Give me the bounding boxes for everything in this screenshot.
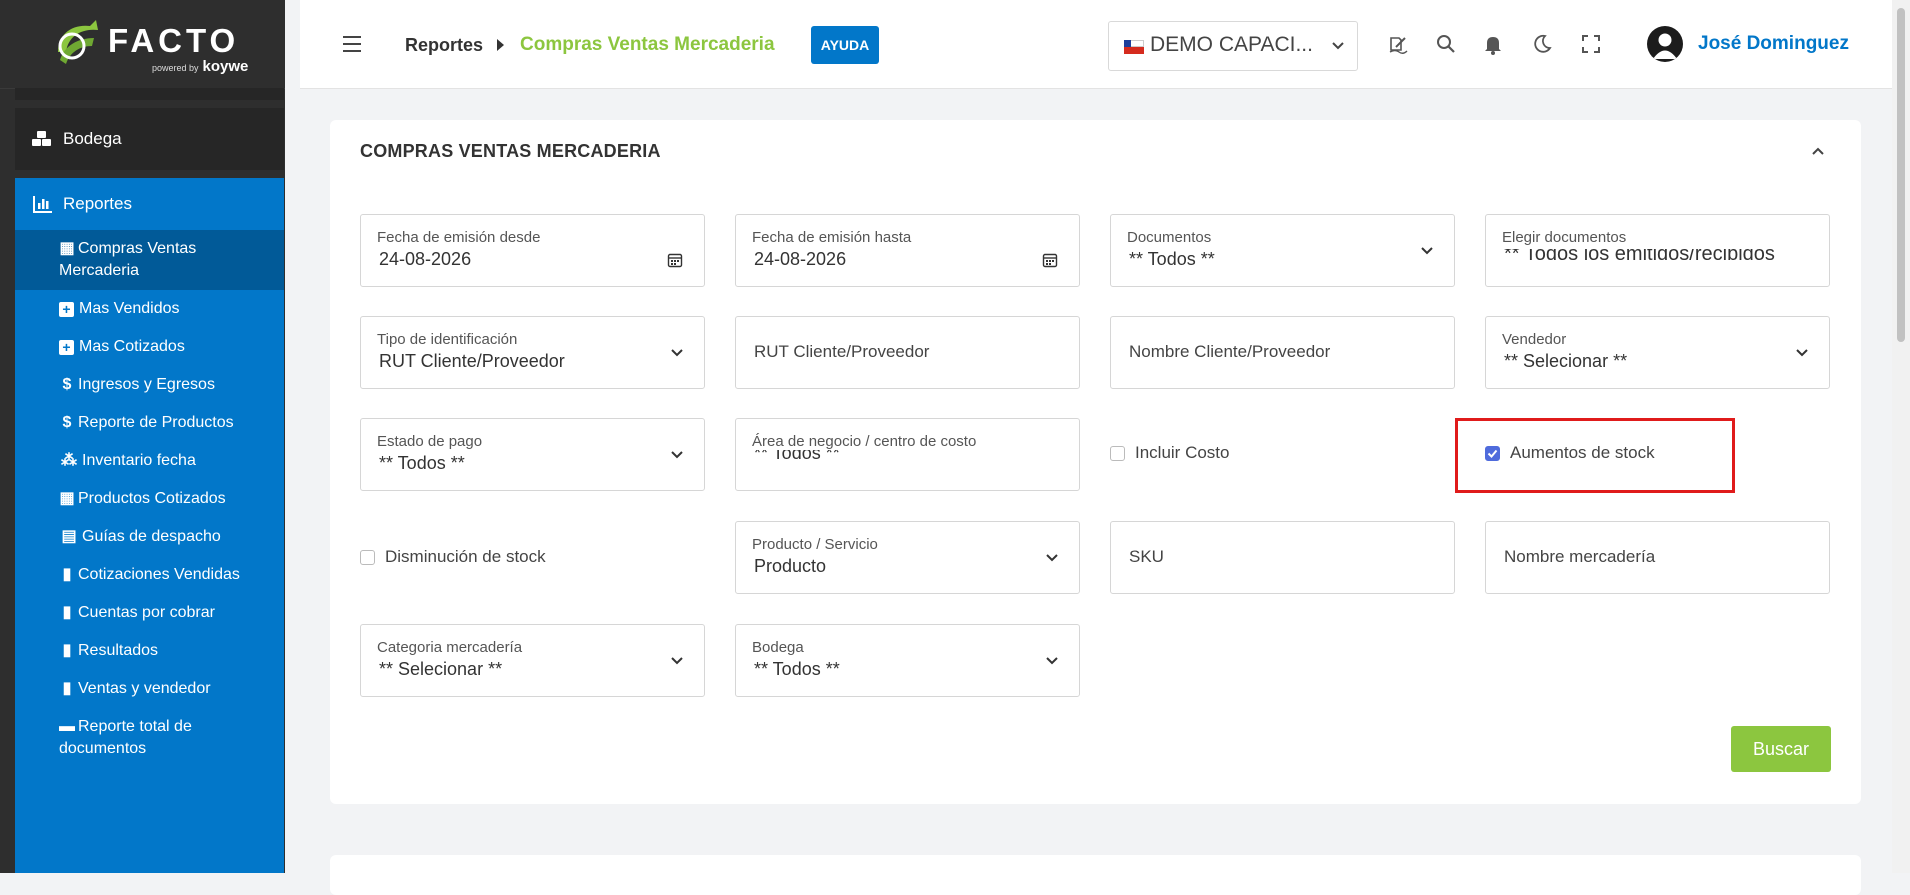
file-icon: ▮ [62,680,72,697]
sidebar-item-mas-cotizados[interactable]: + Mas Cotizados [15,328,284,366]
area-negocio-select[interactable]: Área de negocio / centro de costo ** Tod… [735,418,1080,491]
help-button[interactable]: AYUDA [811,26,879,64]
results-card [330,855,1861,895]
avatar[interactable] [1647,26,1683,62]
rut-input[interactable]: RUT Cliente/Proveedor [735,316,1080,389]
sidebar-item-ventas-vendedor[interactable]: ▮ Ventas y vendedor [15,670,284,708]
chile-flag-icon [1124,40,1144,54]
page-scrollbar[interactable] [1892,0,1910,873]
menu-icon[interactable] [343,36,361,57]
chevron-up-icon[interactable] [1810,144,1826,158]
sidebar-reportes-section: Reportes ▦ Compras Ventas Mercaderia + Mas… [15,178,284,873]
sidebar-item-cuentas-cobrar[interactable]: ▮ Cuentas por cobrar [15,594,284,632]
sidebar-item-resultados[interactable]: ▮ Resultados [15,632,284,670]
dollar-icon: $ [62,376,72,393]
top-header: Reportes Compras Ventas Mercaderia AYUDA… [300,0,1892,89]
sidebar-item-reporte-total[interactable]: ▬ Reporte total de documentos [15,708,284,768]
sidebar-item-reportes[interactable]: Reportes [15,178,284,230]
tipo-identificacion-select[interactable]: Tipo de identificación RUT Cliente/Prove… [360,316,705,389]
categoria-select[interactable]: Categoria mercadería ** Selecionar ** [360,624,705,697]
moon-icon[interactable] [1531,33,1553,55]
sidebar-item-guias-despacho[interactable]: ▤ Guías de despacho [15,518,284,556]
sidebar-item-mas-vendidos[interactable]: + Mas Vendidos [15,290,284,328]
sidebar-item-cotizaciones-vendidas[interactable]: ▮ Cotizaciones Vendidas [15,556,284,594]
checkbox[interactable] [1110,445,1125,461]
nombre-mercaderia-input[interactable]: Nombre mercadería [1485,521,1830,594]
caret-right-icon [497,39,504,51]
cubes-icon [31,130,55,148]
bell-icon[interactable] [1482,33,1504,55]
checkbox[interactable] [360,549,375,565]
calendar-icon[interactable] [667,252,683,268]
incluir-costo-checkbox[interactable]: Incluir Costo [1110,443,1229,463]
chevron-down-icon [1046,657,1058,665]
sidebar: FACTO powered by koywe Bodega Reportes ▦ C… [0,0,285,873]
bar-chart-icon [33,195,53,213]
search-icon[interactable] [1435,33,1457,55]
sidebar-item-ingresos-egresos[interactable]: $ Ingresos y Egresos [15,366,284,404]
sidebar-spacer [15,88,284,100]
chevron-down-icon [671,657,683,665]
dollar-icon: $ [62,414,72,431]
highlight-annotation [1455,418,1735,493]
chevron-down-icon [1332,42,1344,50]
sidebar-item-productos-cotizados[interactable]: ▦ Productos Cotizados [15,480,284,518]
user-name[interactable]: José Dominguez [1698,33,1849,55]
file-icon: ▮ [62,566,72,583]
brand-name: FACTO [108,22,240,59]
search-button[interactable]: Buscar [1731,726,1831,772]
chevron-down-icon [1046,554,1058,562]
sidebar-item-label: Bodega [63,129,122,148]
cubes-icon: ⁂ [61,452,77,469]
estado-pago-select[interactable]: Estado de pago ** Todos ** [360,418,705,491]
file-icon: ▮ [62,604,72,621]
nombre-cliente-input[interactable]: Nombre Cliente/Proveedor [1110,316,1455,389]
chevron-down-icon [671,451,683,459]
sidebar-item-label: Reportes [63,194,132,213]
card-title: COMPRAS VENTAS MERCADERIA [360,141,661,161]
fecha-hasta-field[interactable]: Fecha de emisión hasta 24-08-2026 [735,214,1080,287]
file-icon: ▮ [62,642,72,659]
signature-icon[interactable] [1387,33,1409,55]
documentos-select[interactable]: Documentos ** Todos ** [1110,214,1455,287]
vendedor-select[interactable]: Vendedor ** Selecionar ** [1485,316,1830,389]
calculator-icon: ▦ [59,490,75,507]
fecha-desde-field[interactable]: Fecha de emisión desde 24-08-2026 [360,214,705,287]
scrollbar-thumb[interactable] [1897,8,1905,342]
disminucion-stock-checkbox[interactable]: Disminución de stock [360,547,546,567]
sidebar-item-reporte-productos[interactable]: $ Reporte de Productos [15,404,284,442]
user-icon [1653,33,1677,59]
company-name: DEMO CAPACI... [1150,33,1313,56]
sidebar-item-inventario-fecha[interactable]: ⁂ Inventario fecha [15,442,284,480]
chevron-down-icon [671,349,683,357]
sidebar-item-bodega[interactable]: Bodega [15,108,284,170]
chevron-down-icon [1421,247,1433,255]
fullscreen-icon[interactable] [1580,33,1602,55]
breadcrumb-current: Compras Ventas Mercaderia [520,34,775,55]
brand-logo[interactable]: FACTO powered by koywe [0,0,285,89]
chevron-down-icon [1796,349,1808,357]
calendar-icon[interactable] [1042,252,1058,268]
bodega-select[interactable]: Bodega ** Todos ** [735,624,1080,697]
company-selector[interactable]: DEMO CAPACI... [1108,21,1358,71]
table-icon: ▤ [61,528,77,545]
producto-servicio-select[interactable]: Producto / Servicio Producto [735,521,1080,594]
breadcrumb-parent[interactable]: Reportes [405,35,483,56]
elegir-documentos-select[interactable]: Elegir documentos ** Todos los emitidos/… [1485,214,1830,287]
plus-square-icon: + [59,340,74,355]
brand-powered: powered by koywe [152,58,249,75]
sidebar-item-compras-ventas[interactable]: ▦ Compras Ventas Mercaderia [15,230,284,290]
plus-square-icon: + [59,302,74,317]
archive-icon: ▬ [59,718,75,735]
calculator-icon: ▦ [59,240,75,257]
facto-logo-icon [58,20,98,64]
sku-input[interactable]: SKU [1110,521,1455,594]
